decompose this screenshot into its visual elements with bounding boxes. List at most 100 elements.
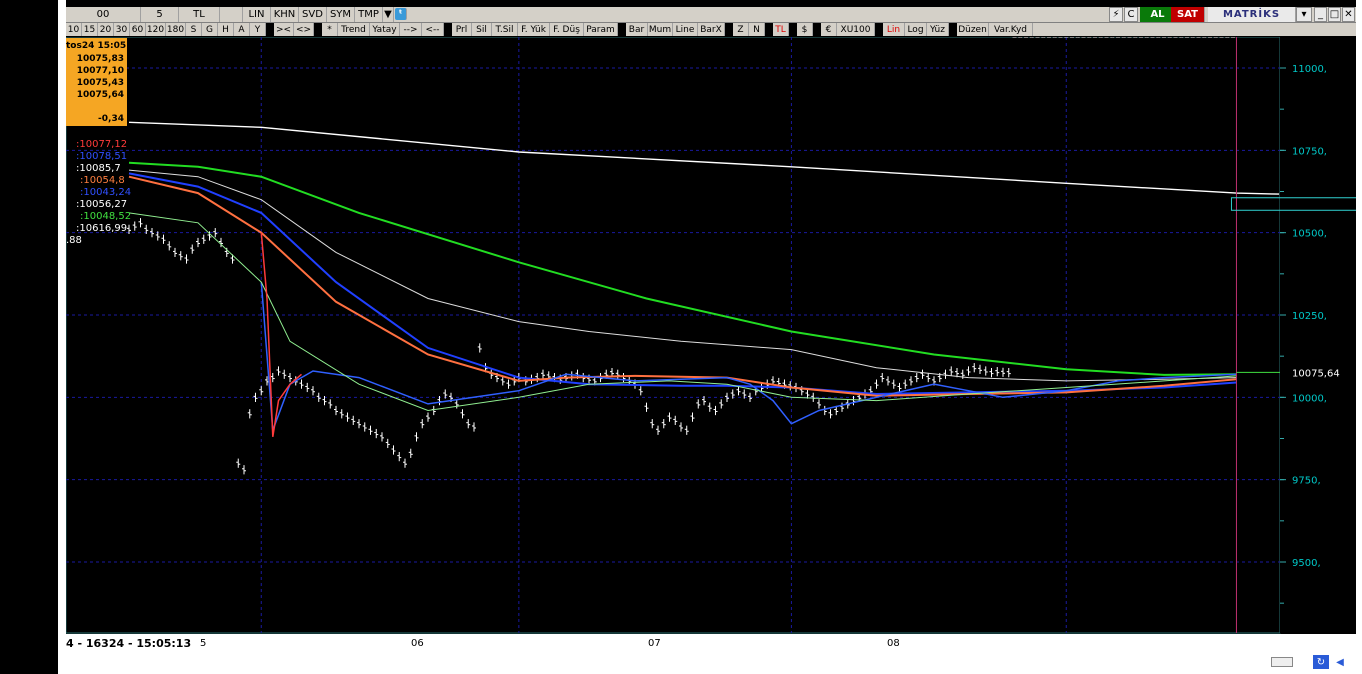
tool-39[interactable]: $ xyxy=(797,23,813,36)
tool-49[interactable]: Var.Kyd xyxy=(989,23,1033,36)
info-line-4: 10075,64 xyxy=(76,90,124,100)
tool-16[interactable]: * xyxy=(322,23,338,36)
y-tick-label: 9500, xyxy=(1292,558,1321,569)
left-gap xyxy=(58,0,66,674)
tool-17[interactable]: Trend xyxy=(338,23,370,36)
tool-29[interactable]: Bar xyxy=(626,23,648,36)
tool-35[interactable]: N xyxy=(749,23,765,36)
tool-8[interactable]: G xyxy=(202,23,218,36)
info-line-1: 10075,83 xyxy=(76,54,124,64)
y-tick-label: 11000, xyxy=(1292,64,1327,75)
tool-27[interactable]: Param xyxy=(584,23,618,36)
scroll-area: ↻ ◀ xyxy=(66,652,1356,674)
tool-42[interactable]: XU100 xyxy=(837,23,875,36)
scrollbar-thumb[interactable] xyxy=(1271,657,1293,667)
legend-entry: .88 xyxy=(66,235,82,246)
tool-22[interactable]: Prl xyxy=(452,23,472,36)
info-change: -0,34 xyxy=(98,114,124,124)
right-border xyxy=(1356,0,1362,674)
info-line-3: 10075,43 xyxy=(76,78,124,88)
tool-44[interactable]: Lin xyxy=(883,23,905,36)
tool-2[interactable]: 20 xyxy=(98,23,114,36)
last-price-label: 10075,64 xyxy=(1292,368,1340,379)
tool-32[interactable]: BarX xyxy=(698,23,725,36)
legend-entry: :10056,27 xyxy=(76,199,128,210)
tool-31[interactable]: Line xyxy=(673,23,698,36)
tool-14[interactable]: <> xyxy=(294,23,314,36)
refresh-icon[interactable]: ↻ xyxy=(1313,655,1329,669)
tool-23[interactable]: Sil xyxy=(472,23,492,36)
tool-41[interactable]: € xyxy=(821,23,837,36)
legend-entry: :10048,52 xyxy=(80,211,132,222)
tool-1[interactable]: 15 xyxy=(82,23,98,36)
x-label-5: 5 xyxy=(200,638,207,649)
toolbar-top: 00 5 TL LIN KHN SVD SYM TMP ▼ ᵗ ⚡ C AL SAT MATRİKS ▾ _ □ ✕ xyxy=(66,7,1356,23)
toolbar-separator xyxy=(765,23,773,36)
tool-5[interactable]: 120 xyxy=(146,23,166,36)
tool-10[interactable]: A xyxy=(234,23,250,36)
arrow-left-icon[interactable]: ◀ xyxy=(1332,655,1348,669)
toolbar-tools: 10 15 20 30 60 120 180 S G H A Y >< <> * Trend Yatay --> <… xyxy=(66,23,1356,36)
tool-30[interactable]: Mum xyxy=(648,23,673,36)
toolbar-separator xyxy=(789,23,797,36)
tool-37[interactable]: TL xyxy=(773,23,789,36)
tool-0[interactable]: 10 xyxy=(66,23,82,36)
toolbar-separator xyxy=(618,23,626,36)
lightning-icon[interactable]: ⚡ xyxy=(1109,7,1123,22)
toolbar-separator xyxy=(444,23,452,36)
legend-entry: :10077,12 xyxy=(76,139,128,150)
tool-11[interactable]: Y xyxy=(250,23,266,36)
tool-4[interactable]: 60 xyxy=(130,23,146,36)
toolbar-cell-8[interactable]: TMP xyxy=(355,7,383,22)
y-tick-label: 10500, xyxy=(1292,229,1327,240)
toolbar-cell-9[interactable]: ▼ xyxy=(383,7,394,22)
maximize-icon[interactable]: □ xyxy=(1328,7,1341,22)
toolbar-separator xyxy=(266,23,274,36)
toolbar-cell-5[interactable]: KHN xyxy=(271,7,299,22)
tool-24[interactable]: T.Sil xyxy=(492,23,518,36)
tool-34[interactable]: Z xyxy=(733,23,749,36)
tool-20[interactable]: <-- xyxy=(422,23,444,36)
tool-7[interactable]: S xyxy=(186,23,202,36)
legend-entry: :10043,24 xyxy=(80,187,132,198)
minimize-icon[interactable]: _ xyxy=(1314,7,1327,22)
toolbar-separator xyxy=(875,23,883,36)
toolbar-cell-2[interactable]: TL xyxy=(179,7,220,22)
legend-entry: :10085,7 xyxy=(76,163,121,174)
chart-window: 00 5 TL LIN KHN SVD SYM TMP ▼ ᵗ ⚡ C AL SAT MATRİKS ▾ _ □ ✕… xyxy=(66,7,1356,674)
tool-13[interactable]: >< xyxy=(274,23,294,36)
dropdown-icon[interactable]: ▾ xyxy=(1296,7,1312,22)
tool-48[interactable]: Düzen xyxy=(957,23,989,36)
tool-46[interactable]: Yüz xyxy=(927,23,949,36)
toolbar-cell-3[interactable] xyxy=(220,7,243,22)
toolbar-cell-6[interactable]: SVD xyxy=(299,7,327,22)
legend-entry: :10078,51 xyxy=(76,151,128,162)
x-label-08: 08 xyxy=(887,638,900,649)
toolbar-cell-4[interactable]: LIN xyxy=(243,7,271,22)
price-chart[interactable]: 11000, 10750, 10500, 10250, 10000, 9750, 9500,… xyxy=(66,37,1356,634)
toolbar-cell-0[interactable]: 00 xyxy=(66,7,141,22)
y-axis-area xyxy=(1280,37,1356,633)
close-icon[interactable]: ✕ xyxy=(1342,7,1355,22)
toolbar-cell-7[interactable]: SYM xyxy=(327,7,355,22)
tool-9[interactable]: H xyxy=(218,23,234,36)
matriks-logo: MATRİKS xyxy=(1208,7,1296,22)
y-tick-label: 9750, xyxy=(1292,476,1321,487)
c-icon[interactable]: C xyxy=(1124,7,1138,22)
toolbar-separator xyxy=(949,23,957,36)
tool-6[interactable]: 180 xyxy=(166,23,186,36)
y-tick-label: 10000, xyxy=(1292,393,1327,404)
tool-45[interactable]: Log xyxy=(905,23,927,36)
tool-19[interactable]: --> xyxy=(400,23,422,36)
sell-button[interactable]: SAT xyxy=(1171,7,1205,22)
tool-25[interactable]: F. Yük xyxy=(518,23,550,36)
y-tick-label: 10250, xyxy=(1292,311,1327,322)
y-tick-label: 10750, xyxy=(1292,146,1327,157)
x-label-07: 07 xyxy=(648,638,661,649)
twitter-icon[interactable]: ᵗ xyxy=(395,8,407,20)
left-background xyxy=(0,0,58,674)
tool-26[interactable]: F. Düş xyxy=(550,23,584,36)
tool-18[interactable]: Yatay xyxy=(370,23,400,36)
tool-3[interactable]: 30 xyxy=(114,23,130,36)
toolbar-cell-1[interactable]: 5 xyxy=(141,7,179,22)
